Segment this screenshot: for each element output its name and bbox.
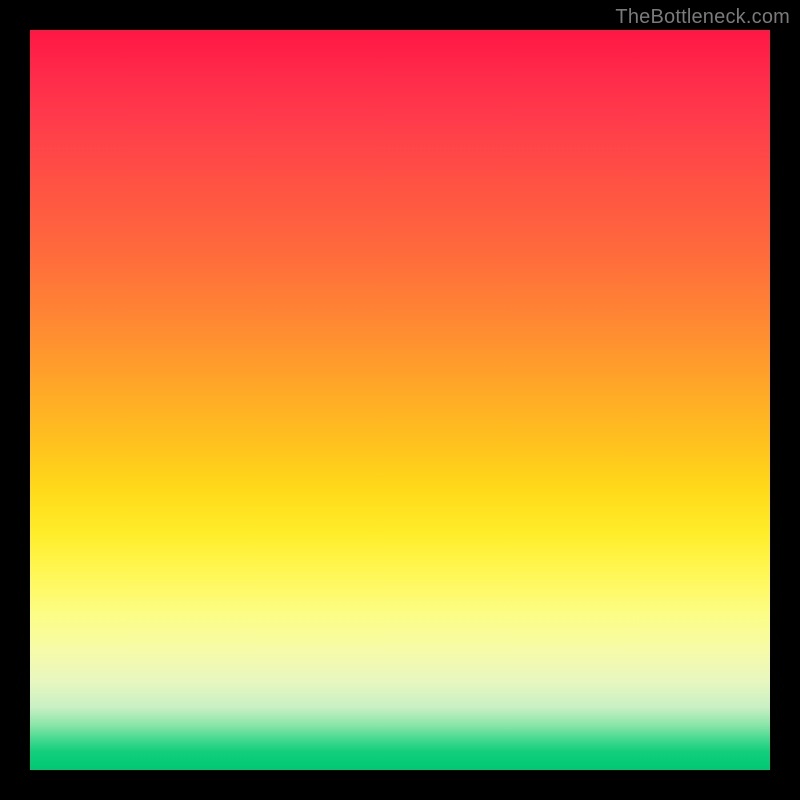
plot-area	[30, 30, 770, 770]
chart-frame: TheBottleneck.com	[0, 0, 800, 800]
attribution-text: TheBottleneck.com	[615, 6, 790, 29]
bottleneck-gradient	[30, 30, 770, 770]
